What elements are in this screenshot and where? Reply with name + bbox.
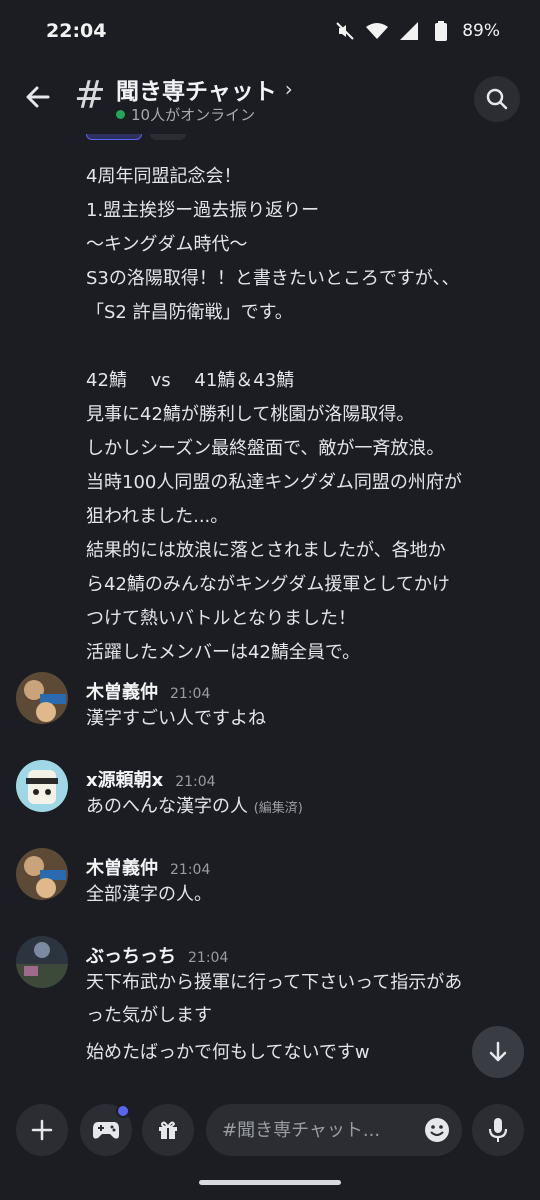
author-row: 木曽義仲 21:04: [86, 854, 210, 880]
message-line: S3の洛陽取得！！と書きたいところですが、、: [86, 268, 460, 289]
message-text: 始めたばっかで何もしてないですw: [86, 1042, 370, 1063]
message-line: 「S2 許昌防衛戦」です。: [86, 302, 293, 323]
message-line: 当時100人同盟の私達キングダム同盟の州府が: [86, 472, 462, 493]
gift-button[interactable]: [142, 1104, 194, 1156]
channel-title-button[interactable]: 聞き専チャット ›: [116, 72, 293, 106]
online-count: 10人がオンライン: [131, 106, 256, 124]
timestamp: 21:04: [170, 686, 211, 702]
author-name[interactable]: ぶっちっち: [86, 942, 176, 968]
message-line: 4周年同盟記念会！: [86, 166, 242, 187]
signal-icon: [398, 20, 420, 42]
message-line: 活躍したメンバーは42鯖全員で。: [86, 642, 361, 663]
message-text: 漢字すごい人ですよね: [86, 708, 266, 729]
avatar[interactable]: [16, 936, 68, 988]
emoji-icon: [425, 1118, 449, 1142]
search-icon: [486, 88, 508, 110]
back-button[interactable]: [20, 79, 56, 115]
gamepad-icon: [93, 1122, 119, 1139]
voice-message-button[interactable]: [472, 1104, 524, 1156]
message-line: [86, 330, 526, 364]
avatar[interactable]: [16, 848, 68, 900]
mute-icon: [334, 20, 356, 42]
status-icons: 89%: [334, 20, 500, 42]
message-line: ら42鯖のみんながキングダム援軍としてかけ: [86, 574, 450, 595]
timestamp: 21:04: [170, 862, 211, 878]
online-status: 10人がオンライン: [116, 104, 255, 125]
plus-icon: [31, 1119, 53, 1141]
reaction-chip[interactable]: [150, 134, 186, 140]
reaction-chip[interactable]: [86, 134, 142, 140]
status-time: 22:04: [46, 20, 107, 42]
emoji-button[interactable]: [424, 1117, 450, 1143]
battery-icon: [430, 20, 452, 42]
gift-icon: [159, 1121, 177, 1139]
channel-header: # 聞き専チャット › 10人がオンライン: [0, 62, 540, 134]
message-text: 天下布武から援軍に行って下さいって指示があ: [86, 972, 463, 993]
author-name[interactable]: x源頼朝x: [86, 766, 163, 792]
message-line: 1.盟主挨拶ー過去振り返りー: [86, 200, 320, 221]
message-line: つけて熱いバトルとなりました！: [86, 608, 356, 629]
author-row: x源頼朝x 21:04: [86, 766, 216, 792]
edited-label: (編集済): [253, 801, 303, 816]
message-text: った気がします: [86, 1005, 212, 1026]
author-name[interactable]: 木曽義仲: [86, 678, 158, 704]
author-row: ぶっちっち 21:04: [86, 942, 228, 968]
author-row: 木曽義仲 21:04: [86, 678, 210, 704]
search-button[interactable]: [474, 76, 520, 122]
message-line: 42鯖 vs 41鯖＆43鯖: [86, 370, 295, 391]
activities-button[interactable]: [80, 1104, 132, 1156]
avatar[interactable]: [16, 760, 68, 812]
message-list[interactable]: 4周年同盟記念会！ 1.盟主挨拶ー過去振り返りー 〜キングダム時代〜 S3の洛陽…: [0, 134, 540, 1094]
battery-percent: 89%: [462, 21, 500, 41]
avatar[interactable]: [16, 672, 68, 724]
message-text-content: あのへんな漢字の人: [86, 796, 248, 817]
message-line: しかしシーズン最終盤面で、敵が一斉放浪。: [86, 438, 445, 459]
timestamp: 21:04: [175, 774, 216, 790]
chevron-right-icon: ›: [284, 77, 293, 101]
microphone-icon: [488, 1118, 508, 1142]
message-input[interactable]: [222, 1119, 402, 1141]
message-composer: [0, 1094, 540, 1172]
arrow-down-icon: [489, 1041, 507, 1062]
online-dot-icon: [116, 110, 125, 119]
add-attachment-button[interactable]: [16, 1104, 68, 1156]
message-input-wrapper: [206, 1104, 462, 1156]
wifi-icon: [366, 20, 389, 42]
message-line: 結果的には放浪に落とされましたが、各地か: [86, 540, 446, 561]
author-name[interactable]: 木曽義仲: [86, 854, 158, 880]
scroll-to-bottom-button[interactable]: [472, 1026, 524, 1078]
timestamp: 21:04: [188, 950, 229, 966]
channel-title: 聞き専チャット: [116, 79, 277, 105]
status-bar: 22:04 89%: [0, 0, 540, 62]
home-indicator[interactable]: [199, 1180, 341, 1185]
message-line: 狙われました...。: [86, 506, 229, 527]
back-arrow-icon: [26, 86, 50, 108]
message-text: 全部漢字の人。: [86, 884, 212, 905]
hash-icon: #: [74, 73, 106, 117]
message-body: 4周年同盟記念会！ 1.盟主挨拶ー過去振り返りー 〜キングダム時代〜 S3の洛陽…: [86, 160, 526, 670]
message-line: 〜キングダム時代〜: [86, 234, 248, 255]
message-line: 見事に42鯖が勝利して桃園が洛陽取得。: [86, 404, 415, 425]
notification-badge: [116, 1104, 130, 1118]
message-text: あのへんな漢字の人 (編集済): [86, 790, 303, 825]
